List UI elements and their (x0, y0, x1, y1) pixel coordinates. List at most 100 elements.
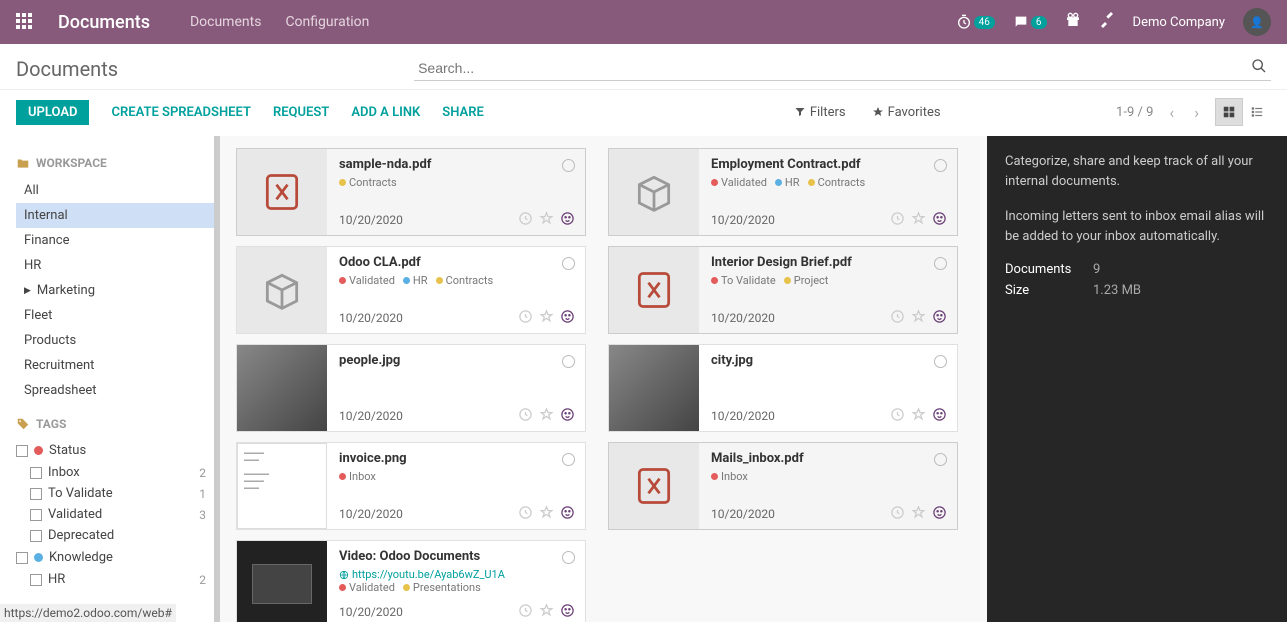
document-card[interactable]: people.jpg10/20/2020 (236, 344, 586, 432)
chat-badge[interactable]: 6 (1013, 14, 1047, 30)
workspace-item[interactable]: ▶Marketing (16, 278, 220, 303)
favorites-button[interactable]: Favorites (872, 105, 941, 120)
star-icon[interactable] (539, 505, 554, 523)
pager-prev[interactable]: ‹ (1165, 103, 1178, 122)
gift-icon[interactable] (1065, 12, 1081, 32)
face-icon[interactable] (560, 603, 575, 621)
stat-docs-label: Documents (1005, 262, 1075, 277)
request-button[interactable]: REQUEST (273, 105, 329, 120)
document-card[interactable]: Odoo CLA.pdfValidatedHRContracts10/20/20… (236, 246, 586, 334)
stat-size-label: Size (1005, 283, 1075, 298)
tools-icon[interactable] (1099, 12, 1115, 32)
search-box[interactable] (414, 56, 1271, 81)
select-circle[interactable] (562, 551, 575, 564)
document-card[interactable]: Interior Design Brief.pdfTo ValidateProj… (608, 246, 958, 334)
star-icon[interactable] (911, 309, 926, 327)
select-circle[interactable] (934, 159, 947, 172)
app-title: Documents (58, 12, 150, 33)
tag-item[interactable]: To Validate1 (16, 483, 220, 504)
document-card[interactable]: city.jpg 10/20/2020 (608, 344, 958, 432)
star-icon[interactable] (911, 505, 926, 523)
workspace-item[interactable]: Finance (16, 228, 220, 253)
star-icon[interactable] (539, 407, 554, 425)
star-icon[interactable] (539, 309, 554, 327)
workspace-item[interactable]: Recruitment (16, 353, 220, 378)
doc-title: city.jpg (711, 353, 947, 368)
doc-title: Interior Design Brief.pdf (711, 255, 947, 270)
face-icon[interactable] (932, 505, 947, 523)
company-name[interactable]: Demo Company (1133, 15, 1225, 30)
stat-size-value: 1.23 MB (1093, 283, 1141, 298)
sidebar: WORKSPACE AllInternalFinanceHR▶Marketing… (0, 136, 220, 622)
top-menu-documents[interactable]: Documents (190, 14, 261, 30)
select-circle[interactable] (934, 355, 947, 368)
select-circle[interactable] (934, 453, 947, 466)
view-kanban-button[interactable] (1215, 98, 1243, 126)
star-icon[interactable] (539, 603, 554, 621)
doc-thumb: ▬▬▬▬▬▬▬▬▬▬▬▬▬▬▬▬▬▬▬ (237, 443, 327, 529)
face-icon[interactable] (932, 407, 947, 425)
select-circle[interactable] (562, 159, 575, 172)
search-icon[interactable] (1251, 58, 1267, 78)
info-text-2: Incoming letters sent to inbox email ali… (1005, 207, 1269, 246)
doc-date: 10/20/2020 (339, 213, 518, 227)
tag-group[interactable]: Knowledge (16, 546, 220, 569)
select-circle[interactable] (562, 355, 575, 368)
workspace-header: WORKSPACE (16, 156, 220, 170)
star-icon[interactable] (911, 407, 926, 425)
document-card[interactable]: sample-nda.pdfContracts10/20/2020 (236, 148, 586, 236)
statusbar-url: https://demo2.odoo.com/web# (0, 604, 176, 622)
clock-icon (890, 505, 905, 523)
filters-button[interactable]: Filters (794, 105, 846, 120)
upload-button[interactable]: UPLOAD (16, 100, 89, 125)
face-icon[interactable] (560, 505, 575, 523)
select-circle[interactable] (934, 257, 947, 270)
doc-title: Mails_inbox.pdf (711, 451, 947, 466)
workspace-item[interactable]: Spreadsheet (16, 378, 220, 403)
document-card[interactable]: Employment Contract.pdfValidatedHRContra… (608, 148, 958, 236)
face-icon[interactable] (932, 211, 947, 229)
search-input[interactable] (414, 56, 1271, 80)
tag-item[interactable]: HR2 (16, 569, 220, 590)
top-menu-configuration[interactable]: Configuration (285, 14, 369, 30)
star-icon[interactable] (539, 211, 554, 229)
workspace-item[interactable]: All (16, 178, 220, 203)
tag-item[interactable]: Inbox2 (16, 462, 220, 483)
workspace-item[interactable]: Internal (16, 203, 220, 228)
face-icon[interactable] (560, 211, 575, 229)
face-icon[interactable] (932, 309, 947, 327)
tag-item[interactable]: Deprecated (16, 525, 220, 546)
doc-title: Employment Contract.pdf (711, 157, 947, 172)
documents-grid: sample-nda.pdfContracts10/20/2020Employm… (220, 136, 987, 622)
create-spreadsheet-button[interactable]: CREATE SPREADSHEET (111, 105, 250, 120)
doc-date: 10/20/2020 (339, 605, 518, 619)
doc-title: sample-nda.pdf (339, 157, 575, 172)
stat-docs-value: 9 (1093, 262, 1100, 277)
pager-next[interactable]: › (1190, 103, 1203, 122)
apps-icon[interactable] (16, 13, 34, 31)
select-circle[interactable] (562, 257, 575, 270)
document-card[interactable]: ▬▬▬▬▬▬▬▬▬▬▬▬▬▬▬▬▬▬▬invoice.pngInbox10/20… (236, 442, 586, 530)
face-icon[interactable] (560, 407, 575, 425)
workspace-item[interactable]: Fleet (16, 303, 220, 328)
user-avatar[interactable]: 👤 (1243, 8, 1271, 36)
tag-item[interactable]: Validated3 (16, 504, 220, 525)
add-link-button[interactable]: ADD A LINK (351, 105, 420, 120)
document-card[interactable]: Video: Odoo Documentshttps://youtu.be/Ay… (236, 540, 586, 622)
tag-group[interactable]: Status (16, 439, 220, 462)
clock-icon (890, 407, 905, 425)
select-circle[interactable] (562, 453, 575, 466)
face-icon[interactable] (560, 309, 575, 327)
workspace-item[interactable]: Products (16, 328, 220, 353)
document-card[interactable]: Mails_inbox.pdfInbox10/20/2020 (608, 442, 958, 530)
clock-icon (518, 603, 533, 621)
workspace-item[interactable]: HR (16, 253, 220, 278)
share-button[interactable]: SHARE (442, 105, 484, 120)
view-list-button[interactable] (1243, 98, 1271, 126)
clock-icon (518, 211, 533, 229)
timer-badge[interactable]: 46 (956, 14, 995, 30)
doc-date: 10/20/2020 (711, 409, 890, 423)
star-icon[interactable] (911, 211, 926, 229)
doc-date: 10/20/2020 (339, 507, 518, 521)
top-right: 46 6 Demo Company 👤 (956, 8, 1271, 36)
